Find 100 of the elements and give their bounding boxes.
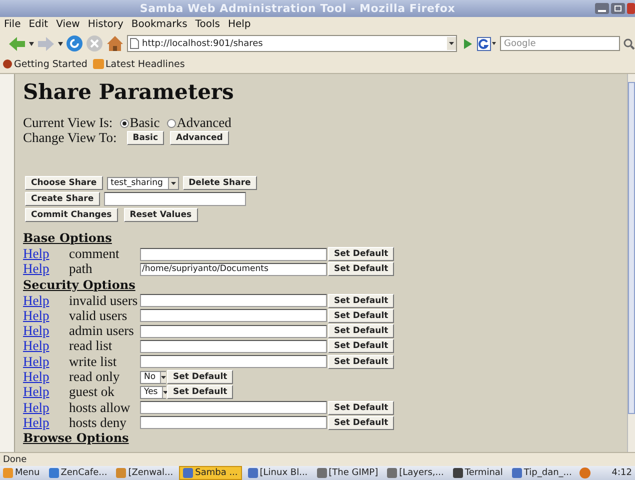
create-share-button[interactable]: Create Share [25,192,100,206]
help-link[interactable]: Help [23,261,69,278]
menubar-entry[interactable]: History [88,19,124,30]
bookmark-icon [2,59,13,69]
scrollbar-thumb[interactable] [628,82,635,414]
set-default-button[interactable]: Set Default [328,339,394,354]
taskbar-item[interactable]: Terminal [450,466,506,480]
menubar-entry[interactable]: Tools [195,19,220,30]
bookmark-link[interactable]: Latest Headlines [93,58,185,70]
app-icon [452,468,463,478]
set-default-button[interactable]: Set Default [167,385,234,400]
share-select[interactable]: test_sharing [106,176,179,190]
help-link[interactable]: Help [23,369,69,386]
address-field[interactable]: http://localhost:901/shares [127,35,457,52]
parameter-name: read list [69,338,114,354]
help-link[interactable]: Help [23,246,69,262]
text-field[interactable] [140,355,327,368]
reset-values-button[interactable]: Reset Values [124,208,198,222]
text-field[interactable]: /home/supriyanto/Documents [140,262,327,276]
app-icon [183,468,194,478]
parameter-name: valid users [69,308,128,324]
browser-icon[interactable] [578,467,592,479]
dropdown-icon[interactable] [58,42,63,46]
text-field[interactable] [140,416,327,430]
taskbar-item[interactable]: [Linux Bl... [244,466,311,480]
search-icon[interactable] [623,36,635,50]
set-default-button[interactable]: Set Default [328,294,394,308]
set-default-button[interactable]: Set Default [328,354,394,369]
parameter-name: hosts allow [69,400,132,416]
maximize-icon[interactable] [611,3,625,14]
text-field[interactable] [140,309,327,322]
view-button[interactable]: Advanced [170,131,229,145]
parameter-name: guest ok [69,384,116,400]
minimize-icon[interactable] [595,3,609,14]
help-link[interactable]: Help [23,384,69,400]
text-field[interactable] [140,401,327,414]
taskbar-item[interactable]: [Layers,... [384,466,447,480]
taskbar-item[interactable]: [Zenwal... [113,466,176,480]
dropdown-icon [162,390,168,394]
text-field[interactable] [140,324,327,338]
reload-icon[interactable] [66,35,83,52]
app-icon [316,468,327,478]
dropdown-icon [170,182,176,184]
choose-share-button[interactable]: Choose Share [25,176,103,190]
menubar-entry[interactable]: Help [228,19,251,30]
radio-button[interactable] [166,118,176,128]
page-icon [130,38,139,49]
share-name-field[interactable] [104,192,246,206]
taskbar-item[interactable]: Menu [0,466,43,480]
search-engine-icon[interactable] [477,36,497,50]
text-field[interactable] [140,248,327,260]
set-default-button[interactable]: Set Default [328,324,394,338]
menubar-entry[interactable]: File [4,19,21,30]
help-link[interactable]: Help [23,400,69,416]
help-link[interactable]: Help [23,354,69,370]
set-default-button[interactable]: Set Default [328,400,394,415]
text-field[interactable] [140,294,327,308]
radio-label[interactable]: Basic [130,115,160,131]
taskbar-item[interactable]: [The GIMP] [314,466,382,480]
app-icon [48,468,59,478]
set-default-button[interactable]: Set Default [167,370,234,384]
option-select[interactable]: Yes [140,386,166,399]
parameter-name: invalid users [69,292,139,309]
set-default-button[interactable]: Set Default [328,262,394,276]
status-text: Done [3,454,27,464]
menubar-entry[interactable]: View [56,19,80,30]
taskbar-item[interactable]: Tip_dan_... [508,466,575,480]
menubar-entry[interactable]: Edit [28,19,48,30]
help-link[interactable]: Help [23,338,69,354]
parameter-name: comment [69,246,120,262]
view-button[interactable]: Basic [126,131,164,145]
taskbar-item[interactable]: ZenCafe... [46,466,110,480]
help-link[interactable]: Help [23,308,69,324]
taskbar-item[interactable]: Samba ... [179,466,242,480]
radio-button[interactable] [120,118,129,128]
clock: 4:12 [610,468,633,478]
help-link[interactable]: Help [23,292,69,309]
dropdown-icon [160,376,166,379]
dropdown-icon[interactable] [29,42,34,46]
delete-share-button[interactable]: Delete Share [182,176,257,190]
parameter-name: admin users [69,323,135,340]
set-default-button[interactable]: Set Default [328,308,394,323]
label: Current View Is: [23,115,113,131]
app-icon [248,468,258,478]
text-field[interactable] [140,340,327,353]
label: Change View To: [23,130,117,146]
dropdown-icon[interactable] [447,37,456,50]
menubar-entry[interactable]: Bookmarks [131,19,188,30]
commit-changes-button[interactable]: Commit Changes [25,208,118,222]
set-default-button[interactable]: Set Default [328,416,394,430]
set-default-button[interactable]: Set Default [328,247,394,261]
bookmark-link[interactable]: Getting Started [2,58,88,70]
option-select[interactable]: No [140,370,166,384]
search-field[interactable]: Google [500,36,620,51]
window-title: Samba Web Administration Tool - Mozilla Firefox [138,2,456,15]
help-link[interactable]: Help [23,414,69,431]
parameter-name: path [69,261,94,278]
radio-label[interactable]: Advanced [176,115,232,131]
help-link[interactable]: Help [23,323,69,340]
home-icon[interactable] [106,35,124,52]
